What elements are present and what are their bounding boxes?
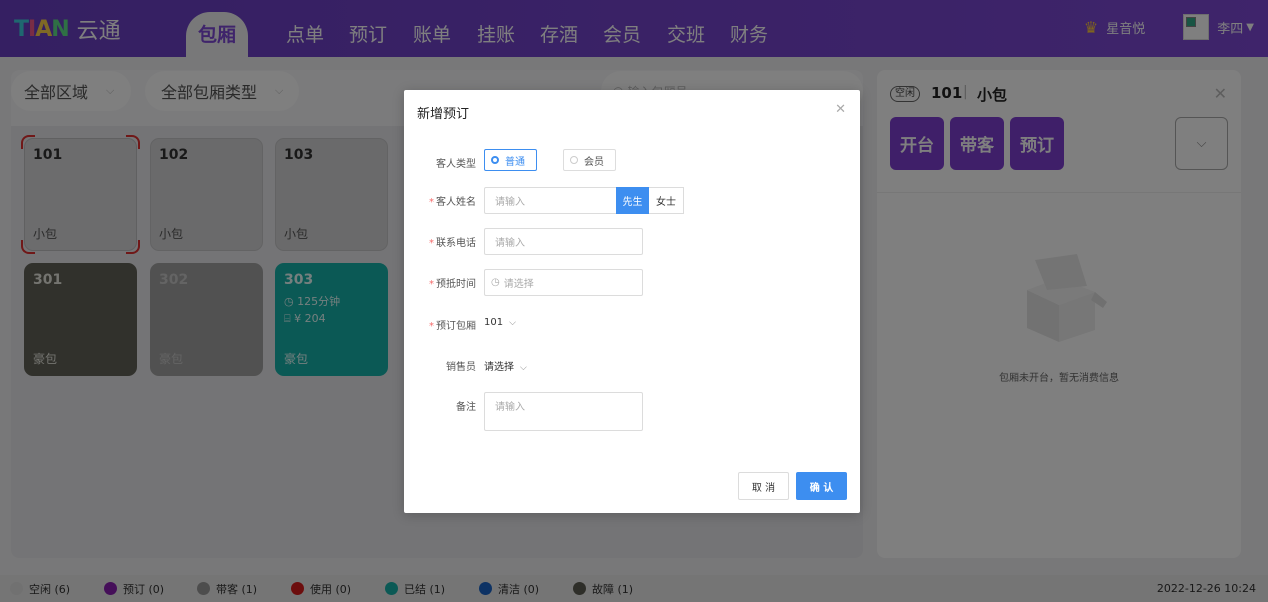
customer-name-input[interactable]: 请输入 — [484, 187, 617, 214]
clock-icon: ◷ — [491, 277, 500, 288]
salesperson-label: 销售员 — [446, 362, 476, 373]
cancel-button[interactable]: 取 消 — [738, 472, 789, 500]
chevron-down-icon: ⌵ — [509, 318, 516, 328]
gender-ms-button[interactable]: 女士 — [649, 187, 684, 214]
customer-type-row: 客人类型 普通 会员 — [404, 149, 860, 175]
phone-label: * 联系电话 — [429, 238, 476, 249]
chevron-down-icon: ⌵ — [520, 363, 527, 373]
note-label: 备注 — [456, 402, 476, 413]
salesperson-row: 销售员 请选择 ⌵ — [404, 352, 860, 378]
customer-type-member-radio[interactable]: 会员 — [563, 149, 616, 171]
close-icon[interactable]: ✕ — [835, 102, 846, 117]
arrival-time-label: * 预抵时间 — [429, 279, 476, 290]
customer-name-label: * 客人姓名 — [429, 197, 476, 208]
phone-row: * 联系电话 请输入 — [404, 228, 860, 255]
new-reservation-dialog: 新增预订 ✕ 客人类型 普通 会员 * 客人姓名 请输入 先生 女士 * 联系电话 … — [404, 90, 860, 513]
reserve-room-select[interactable]: 101 ⌵ — [484, 317, 516, 328]
arrival-time-row: * 预抵时间 ◷ 请选择 — [404, 269, 860, 296]
customer-type-label: 客人类型 — [436, 159, 476, 170]
phone-input[interactable]: 请输入 — [484, 228, 643, 255]
salesperson-select[interactable]: 请选择 ⌵ — [484, 358, 527, 373]
arrival-time-picker[interactable]: ◷ 请选择 — [484, 269, 643, 296]
customer-name-row: * 客人姓名 请输入 先生 女士 — [404, 187, 860, 214]
reserve-room-label: * 预订包厢 — [429, 321, 476, 332]
reserve-room-row: * 预订包厢 101 ⌵ — [404, 311, 860, 337]
confirm-button[interactable]: 确 认 — [796, 472, 847, 500]
dialog-title: 新增预订 — [417, 107, 470, 122]
customer-type-regular-radio[interactable]: 普通 — [484, 149, 537, 171]
note-row: 备注 请输入 — [404, 392, 860, 432]
note-textarea[interactable]: 请输入 — [484, 392, 643, 431]
gender-mr-button[interactable]: 先生 — [616, 187, 649, 214]
